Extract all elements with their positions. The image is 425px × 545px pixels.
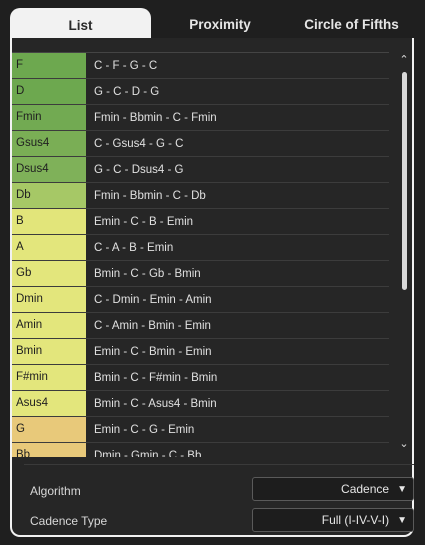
list-item[interactable]: F#min Bmin - C - F#min - Bmin xyxy=(12,365,389,391)
tab-bar: List Proximity Circle of Fifths xyxy=(10,8,414,40)
chord-name: A xyxy=(12,235,88,260)
chord-progression: Emin - C - B - Emin xyxy=(94,215,194,228)
chord-name: Gsus4 xyxy=(12,131,88,156)
tab-proximity[interactable]: Proximity xyxy=(151,8,289,40)
chord-name: F xyxy=(12,53,88,78)
chord-progression: Fmin - Bbmin - C - Fmin xyxy=(94,111,217,124)
tab-circle-of-fifths[interactable]: Circle of Fifths xyxy=(289,8,414,40)
chord-name: F#min xyxy=(12,365,88,390)
algorithm-dropdown[interactable]: Cadence ▼ xyxy=(252,477,414,501)
list-item[interactable]: Bmin Emin - C - Bmin - Emin xyxy=(12,339,389,365)
chord-name: B xyxy=(12,209,88,234)
chord-progression: C - Dmin - Emin - Amin xyxy=(94,293,212,306)
list-item[interactable]: Dmin C - Dmin - Emin - Amin xyxy=(12,287,389,313)
list-item[interactable]: Gb Bmin - C - Gb - Bmin xyxy=(12,261,389,287)
chord-name: Dsus4 xyxy=(12,157,88,182)
list-item[interactable]: DG - C - D - G xyxy=(12,79,389,105)
scroll-down-arrow-icon[interactable]: ⌄ xyxy=(398,438,410,450)
list-item[interactable]: Gsus4 C - Gsus4 - G - C xyxy=(12,131,389,157)
algorithm-value: Cadence xyxy=(341,482,390,496)
list-item[interactable]: G Emin - C - G - Emin xyxy=(12,417,389,443)
chord-name: D xyxy=(12,79,88,104)
chord-name: Dmin xyxy=(12,287,88,312)
list-item[interactable]: FC - F - G - C xyxy=(12,53,389,79)
list-scrollbar[interactable]: ⌃ ⌄ xyxy=(396,52,412,456)
cadence-type-dropdown[interactable]: Full (I-IV-V-I) ▼ xyxy=(252,508,414,532)
chord-progression: C - Gsus4 - G - C xyxy=(94,137,184,150)
dropdown-arrow-icon: ▼ xyxy=(397,483,407,495)
chord-name: Gb xyxy=(12,261,88,286)
chord-progression: C - F - G - C xyxy=(94,59,158,72)
list-item[interactable]: Db Fmin - Bbmin - C - Db xyxy=(12,183,389,209)
tab-list[interactable]: List xyxy=(10,8,151,40)
list-item[interactable]: Fmin Fmin - Bbmin - C - Fmin xyxy=(12,105,389,131)
chord-name: Db xyxy=(12,183,88,208)
cadence-type-label: Cadence Type xyxy=(30,514,108,528)
chord-progression: Bmin - C - F#min - Bmin xyxy=(94,371,218,384)
list-item[interactable]: Bb Dmin - Gmin - C - Bb xyxy=(12,443,389,457)
scroll-up-arrow-icon[interactable]: ⌃ xyxy=(398,54,410,66)
chord-progression: Fmin - Bbmin - C - Db xyxy=(94,189,206,202)
divider xyxy=(24,464,414,465)
chord-progression: C - A - B - Emin xyxy=(94,241,174,254)
chord-progression: G - C - D - G xyxy=(94,85,160,98)
chord-name: Bb xyxy=(12,443,88,457)
chord-progression: G - C - Dsus4 - G xyxy=(94,163,184,176)
chord-progression: Emin - C - Bmin - Emin xyxy=(94,345,212,358)
algorithm-label: Algorithm xyxy=(30,484,81,498)
list-item[interactable]: Amin C - Amin - Bmin - Emin xyxy=(12,313,389,339)
chord-name: Fmin xyxy=(12,105,88,130)
scrollbar-thumb[interactable] xyxy=(402,72,407,290)
chord-name: Asus4 xyxy=(12,391,88,416)
cadence-type-value: Full (I-IV-V-I) xyxy=(321,513,390,527)
chord-progression: Dmin - Gmin - C - Bb xyxy=(94,449,202,458)
chord-name: G xyxy=(12,417,88,442)
chord-progression: C - Amin - Bmin - Emin xyxy=(94,319,211,332)
list-item[interactable]: A C - A - B - Emin xyxy=(12,235,389,261)
list-item[interactable]: Dsus4 G - C - Dsus4 - G xyxy=(12,157,389,183)
list-item[interactable]: Asus4 Bmin - C - Asus4 - Bmin xyxy=(12,391,389,417)
chord-progression: Emin - C - G - Emin xyxy=(94,423,195,436)
dropdown-arrow-icon: ▼ xyxy=(397,514,407,526)
chord-name: Bmin xyxy=(12,339,88,364)
chord-suggestion-list[interactable]: F C - F - G - C D G - C - D - G Fmin Fmin - B… xyxy=(12,52,389,457)
chord-progression: Bmin - C - Gb - Bmin xyxy=(94,267,201,280)
chord-progression: Bmin - C - Asus4 - Bmin xyxy=(94,397,217,410)
list-item[interactable]: B Emin - C - B - Emin xyxy=(12,209,389,235)
chord-name: Amin xyxy=(12,313,88,338)
